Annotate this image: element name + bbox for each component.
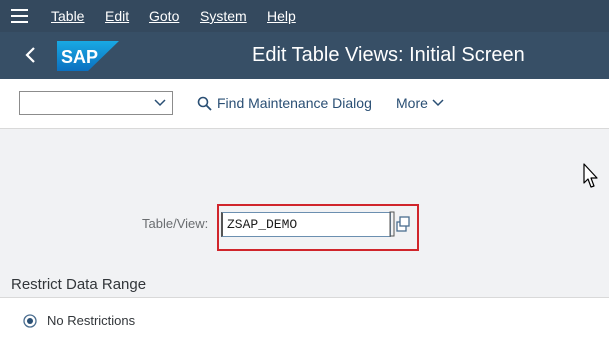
sap-logo: SAP <box>57 41 119 71</box>
menu-item-system[interactable]: System <box>200 0 247 32</box>
search-icon <box>197 96 212 111</box>
menu-item-goto[interactable]: Goto <box>149 0 179 32</box>
page-title: Edit Table Views: Initial Screen <box>252 44 525 66</box>
menu-item-table[interactable]: Table <box>51 0 84 32</box>
chevron-down-icon <box>432 99 444 107</box>
menu-item-label: Table <box>51 8 85 24</box>
menu-bar: Table Edit Goto System Help <box>0 0 609 32</box>
mouse-cursor-icon <box>583 163 598 188</box>
no-restrictions-label: No Restrictions <box>47 313 136 328</box>
menu-item-label: Goto <box>149 8 180 24</box>
title-bar: SAP Edit Table Views: Initial Screen <box>0 32 609 79</box>
menu-item-label: Edit <box>105 8 130 24</box>
command-field-dropdown[interactable] <box>19 91 173 115</box>
back-arrow-icon[interactable] <box>22 46 40 64</box>
menu-item-label: System <box>200 8 247 24</box>
table-view-input[interactable]: ZSAP_DEMO <box>221 212 391 237</box>
value-help-icon[interactable] <box>389 211 411 237</box>
hamburger-menu-icon[interactable] <box>11 9 28 23</box>
menu-item-edit[interactable]: Edit <box>105 0 129 32</box>
chevron-down-icon <box>154 99 166 107</box>
menu-item-help[interactable]: Help <box>267 0 296 32</box>
find-maintenance-dialog-label: Find Maintenance Dialog <box>217 95 372 111</box>
toolbar: Find Maintenance Dialog More <box>0 79 609 129</box>
no-restrictions-radio[interactable] <box>23 314 37 328</box>
menu-item-label: Help <box>267 8 296 24</box>
table-view-label: Table/View: <box>142 216 209 231</box>
sap-logo-text: SAP <box>61 47 98 67</box>
more-label: More <box>396 95 428 111</box>
restrict-data-range-title: Restrict Data Range <box>11 276 147 293</box>
